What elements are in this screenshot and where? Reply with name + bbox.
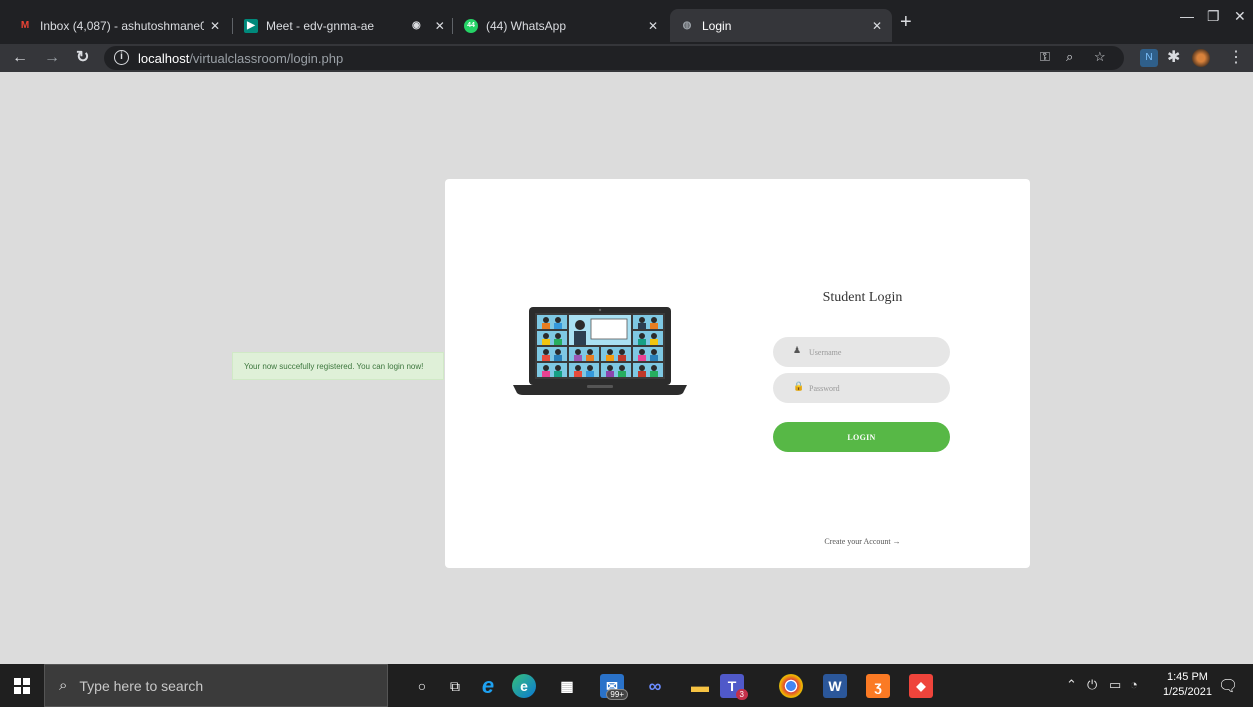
taskbar-search[interactable]: ⌕ Type here to search: [44, 664, 388, 707]
recording-icon: ◉: [412, 20, 421, 31]
edge-icon[interactable]: e: [512, 674, 536, 698]
tab-separator: [232, 18, 233, 34]
user-icon: ♟: [793, 345, 802, 355]
anydesk-icon[interactable]: ◆: [909, 674, 933, 698]
lock-icon: 🔒: [793, 381, 805, 391]
wifi-icon[interactable]: ◔: [1130, 677, 1138, 692]
reload-icon[interactable]: ↻: [76, 48, 89, 68]
notification-center-icon[interactable]: 🗨: [1218, 676, 1238, 696]
battery-icon[interactable]: ▭: [1109, 677, 1121, 693]
teams-badge: 3: [735, 689, 748, 700]
word-icon[interactable]: W: [823, 674, 847, 698]
close-tab-icon[interactable]: ✕: [648, 19, 658, 33]
browser-tab-strip: M Inbox (4,087) - ashutoshmane06 ✕ ▶ Mee…: [0, 0, 1253, 44]
browser-toolbar: ← → ↻ i localhost/virtualclassroom/login…: [0, 44, 1253, 72]
show-hidden-icons-icon[interactable]: ⌃: [1066, 677, 1077, 693]
task-view-icon[interactable]: ⧉: [443, 674, 467, 698]
teams-icon[interactable]: T 3: [720, 674, 748, 700]
registration-success-alert: Your now succefully registered. You can …: [232, 352, 444, 380]
whatsapp-icon: 44: [464, 18, 478, 33]
extension-n-icon[interactable]: N: [1140, 49, 1158, 67]
new-tab-button[interactable]: +: [900, 12, 912, 32]
menu-kebab-icon[interactable]: ⋮: [1228, 48, 1244, 68]
address-bar[interactable]: i localhost/virtualclassroom/login.php ⚿…: [104, 46, 1124, 70]
search-icon: ⌕: [59, 677, 68, 694]
windows-logo-icon: [14, 677, 30, 694]
globe-icon: ◍: [682, 20, 692, 31]
google-meet-icon: ▶: [244, 18, 258, 33]
close-tab-icon[interactable]: ✕: [872, 19, 882, 33]
tab-gmail[interactable]: M Inbox (4,087) - ashutoshmane06 ✕: [8, 9, 230, 42]
file-explorer-icon[interactable]: ▬: [688, 674, 712, 698]
tab-login[interactable]: ◍ Login ✕: [670, 9, 892, 42]
login-button[interactable]: LOGIN: [773, 422, 950, 452]
username-field[interactable]: ♟: [773, 337, 950, 367]
key-icon[interactable]: ⚿: [1040, 49, 1050, 65]
restore-icon[interactable]: ❐: [1207, 8, 1220, 25]
tab-separator: [452, 18, 453, 34]
internet-explorer-icon[interactable]: e: [476, 673, 500, 698]
close-tab-icon[interactable]: ✕: [435, 19, 445, 33]
laptop-video-call-illustration: [513, 307, 687, 395]
infinity-app-icon[interactable]: ∞: [643, 674, 667, 698]
forward-icon[interactable]: →: [44, 48, 60, 68]
close-window-icon[interactable]: ✕: [1234, 8, 1246, 25]
site-info-icon[interactable]: i: [114, 50, 129, 65]
zoom-icon[interactable]: ⌕: [1066, 49, 1073, 65]
form-title: Student Login: [822, 290, 903, 305]
username-input[interactable]: [809, 343, 939, 361]
password-field[interactable]: 🔒: [773, 373, 950, 403]
password-input[interactable]: [809, 379, 939, 397]
address-url[interactable]: localhost/virtualclassroom/login.php: [138, 51, 343, 66]
tab-meet[interactable]: ▶ Meet - edv-gnma-aee: [234, 9, 384, 42]
mail-badge: 99+: [606, 689, 628, 700]
windows-taskbar: ⌕ Type here to search ○ ⧉ e e ▦ ✉ 99+ ∞ …: [0, 664, 1253, 707]
profile-avatar[interactable]: [1192, 49, 1210, 67]
back-icon[interactable]: ←: [12, 48, 28, 68]
chrome-icon[interactable]: ●: [779, 674, 803, 698]
bookmark-star-icon[interactable]: ☆: [1094, 49, 1106, 65]
tab-recording[interactable]: ◉ ✕: [402, 9, 454, 42]
extensions-puzzle-icon[interactable]: ✱: [1167, 48, 1180, 68]
arrow-right-icon: →: [892, 537, 901, 546]
start-button[interactable]: [0, 664, 44, 707]
tab-whatsapp[interactable]: 44 (44) WhatsApp ✕: [454, 9, 668, 42]
store-icon[interactable]: ▦: [555, 674, 579, 698]
close-tab-icon[interactable]: ✕: [210, 19, 220, 33]
system-clock[interactable]: 1:45 PM 1/25/2021: [1163, 670, 1212, 700]
gmail-icon: M: [20, 20, 30, 31]
cortana-icon[interactable]: ○: [410, 674, 434, 698]
xampp-icon[interactable]: ʒ: [866, 674, 890, 698]
power-icon[interactable]: ⏻: [1087, 677, 1097, 693]
minimize-icon[interactable]: —: [1180, 8, 1194, 24]
create-account-link[interactable]: Create your Account →: [775, 537, 950, 546]
login-card: Student Login ♟ 🔒 LOGIN Create your Acco…: [445, 179, 1030, 568]
mail-icon[interactable]: ✉ 99+: [600, 674, 628, 700]
